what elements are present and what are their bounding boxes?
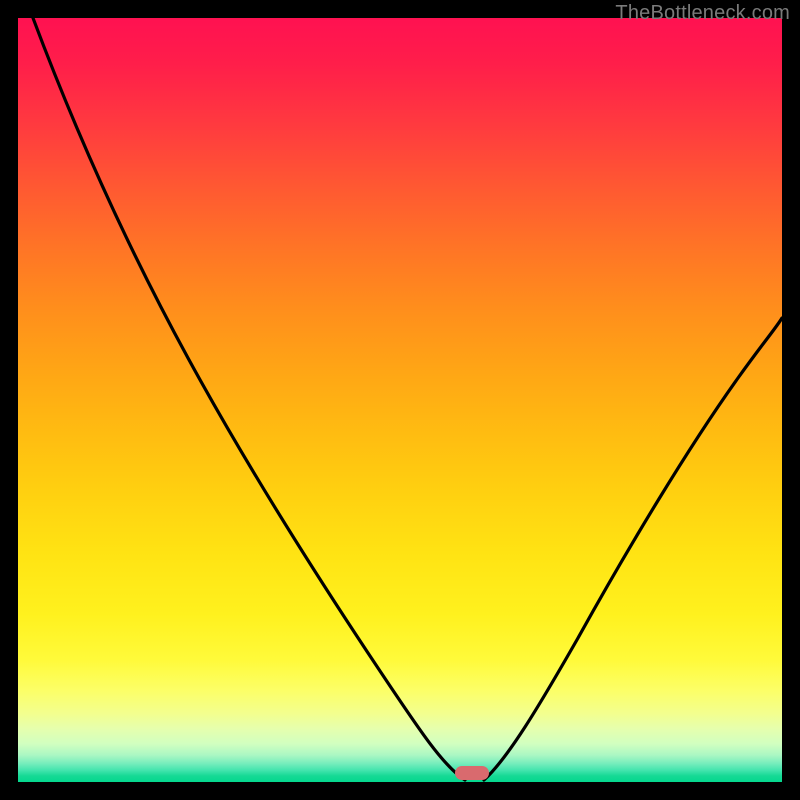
curve-left-branch bbox=[33, 18, 465, 780]
optimum-marker bbox=[455, 766, 489, 780]
bottleneck-curve bbox=[18, 18, 782, 782]
curve-right-branch bbox=[484, 318, 782, 780]
chart-frame: TheBottleneck.com bbox=[0, 0, 800, 800]
plot-area bbox=[18, 18, 782, 782]
watermark-text: TheBottleneck.com bbox=[615, 2, 790, 25]
